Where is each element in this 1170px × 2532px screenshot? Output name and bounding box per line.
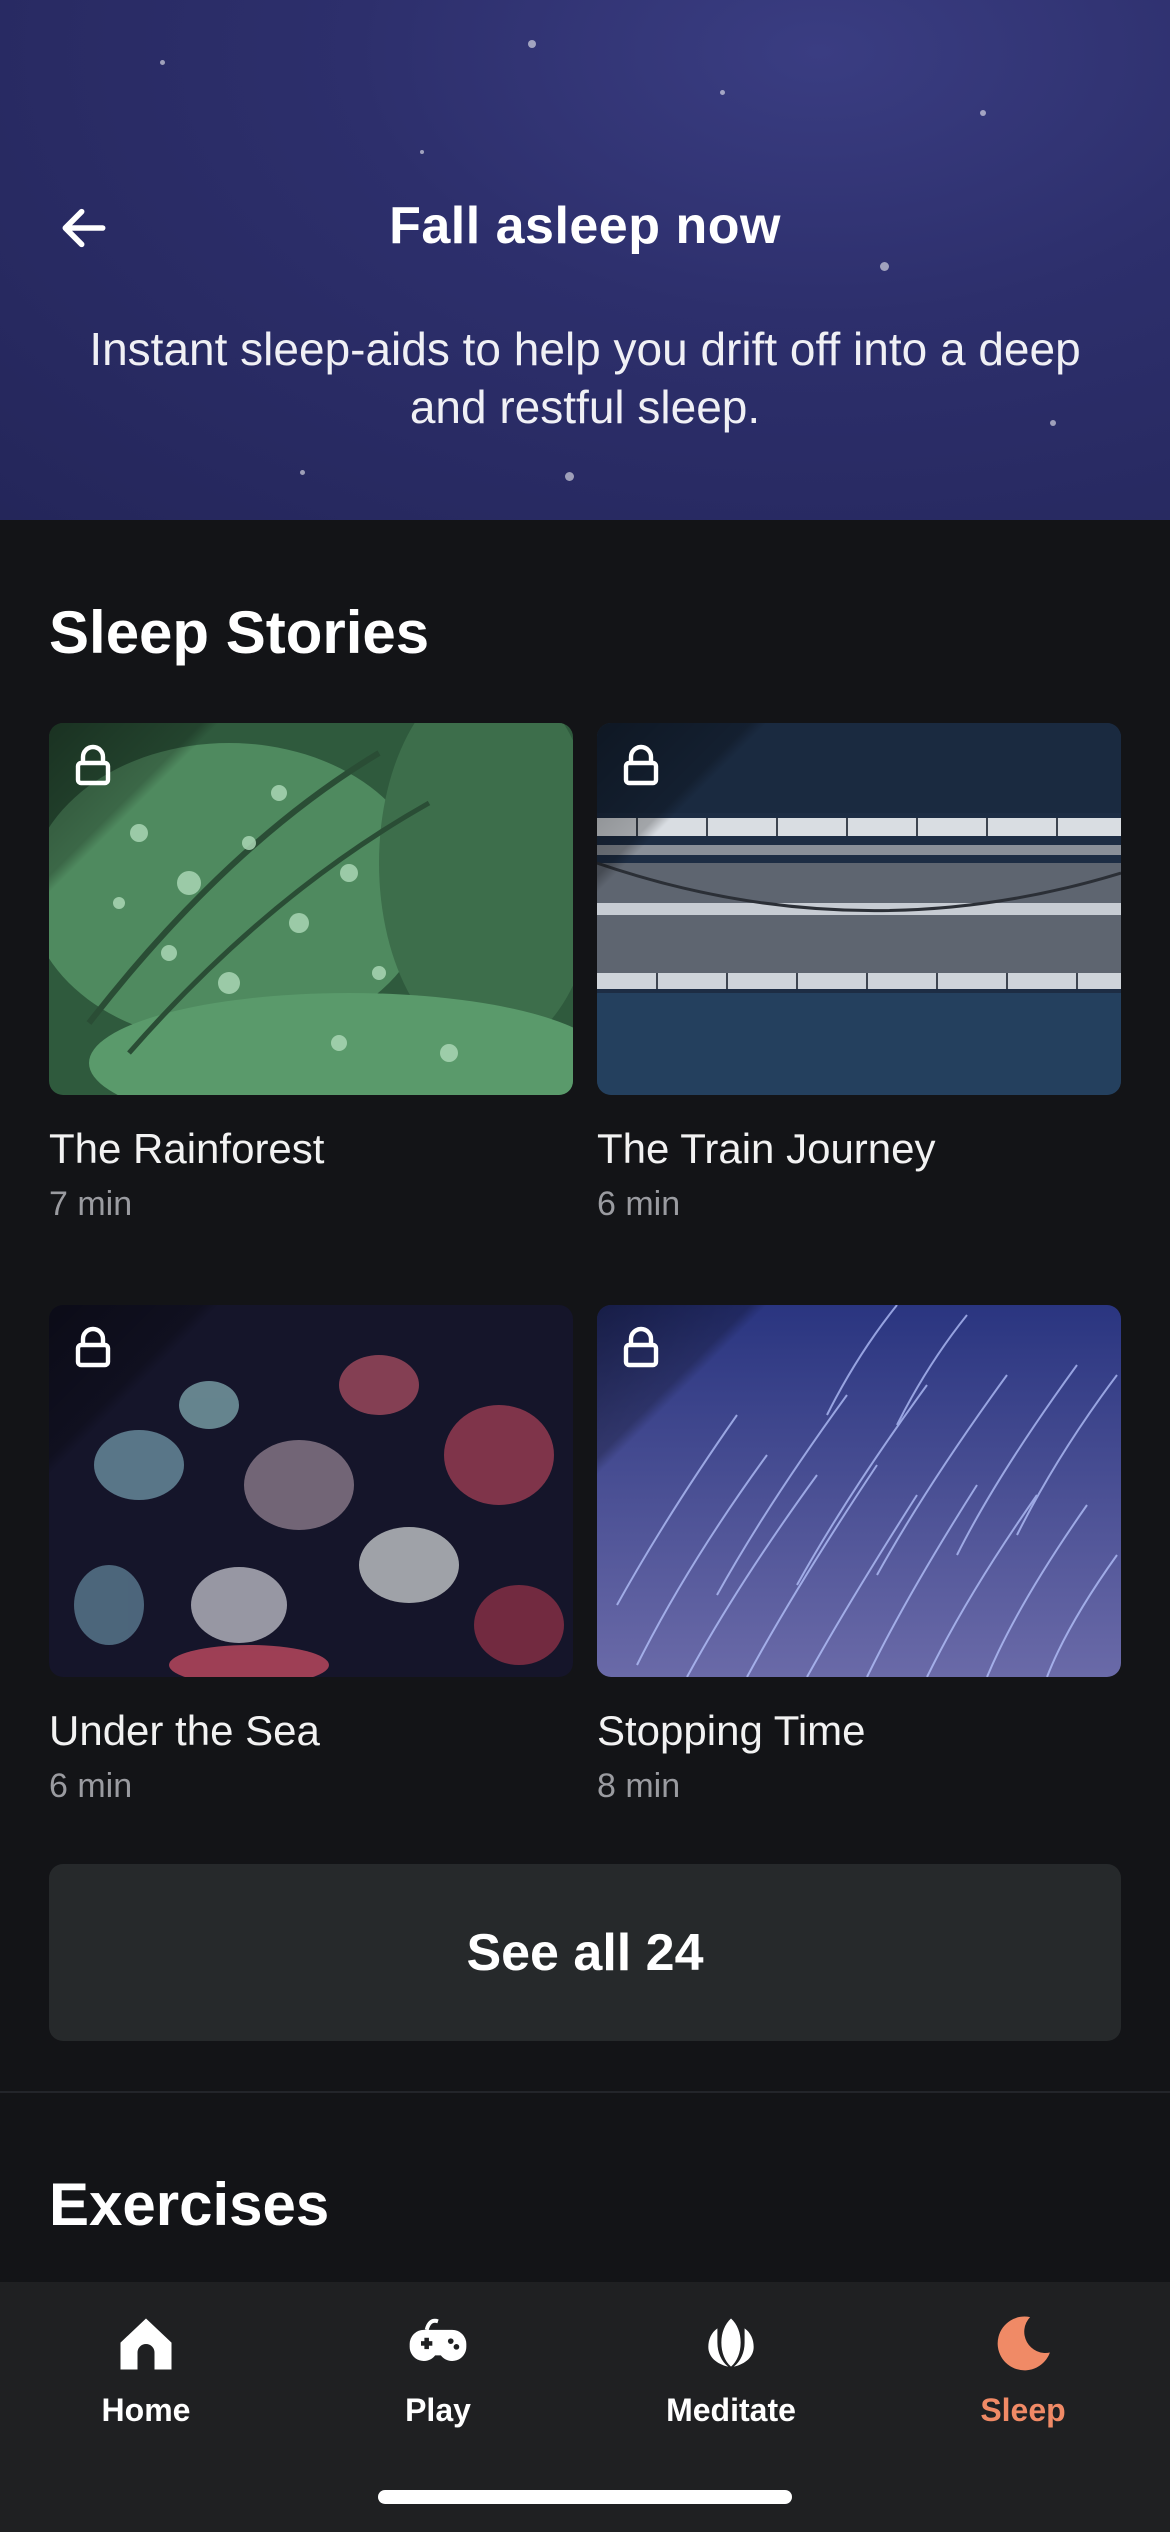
gamepad-icon — [409, 2318, 467, 2361]
tab-label: Home — [101, 2392, 191, 2428]
story-duration: 6 min — [597, 1185, 681, 1223]
tab-label: Play — [405, 2392, 471, 2428]
story-thumbnail — [49, 1305, 573, 1677]
tab-home[interactable]: Home — [0, 2282, 292, 2462]
tab-play[interactable]: Play — [292, 2282, 584, 2462]
page-subtitle: Instant sleep-aids to help you drift off… — [89, 323, 1081, 433]
story-thumbnail — [597, 1305, 1121, 1677]
story-thumbnail — [49, 723, 573, 1095]
story-title: Under the Sea — [49, 1707, 320, 1754]
lock-icon — [75, 744, 111, 786]
house-icon — [120, 2318, 172, 2370]
tab-label: Meditate — [666, 2392, 796, 2428]
story-duration: 8 min — [597, 1767, 681, 1805]
section-title-sleep-stories: Sleep Stories — [49, 599, 430, 666]
lock-icon — [623, 744, 659, 786]
home-indicator[interactable] — [378, 2490, 792, 2504]
tab-label: Sleep — [980, 2392, 1066, 2428]
section-divider — [0, 2091, 1170, 2093]
moon-icon — [997, 2316, 1050, 2371]
story-duration: 6 min — [49, 1767, 133, 1805]
lock-icon — [75, 1326, 111, 1368]
story-card-stopping-time[interactable]: Stopping Time 8 min — [597, 1305, 1121, 1806]
story-card-under-the-sea[interactable]: Under the Sea 6 min — [49, 1305, 573, 1806]
story-card-rainforest[interactable]: The Rainforest 7 min — [49, 723, 573, 1224]
tab-sleep[interactable]: Sleep — [877, 2282, 1169, 2462]
page-title: Fall asleep now — [389, 197, 781, 255]
story-thumbnail — [597, 723, 1121, 1095]
lock-icon — [623, 1326, 659, 1368]
section-title-exercises: Exercises — [49, 2171, 330, 2238]
lotus-icon — [708, 2318, 754, 2367]
story-title: The Rainforest — [49, 1125, 325, 1172]
sleep-screen: Fall asleep now Instant sleep-aids to he… — [0, 0, 1170, 2532]
story-title: The Train Journey — [597, 1125, 936, 1172]
header-banner: Fall asleep now Instant sleep-aids to he… — [0, 0, 1170, 520]
story-title: Stopping Time — [597, 1707, 866, 1754]
story-duration: 7 min — [49, 1185, 133, 1223]
story-card-train-journey[interactable]: The Train Journey 6 min — [597, 723, 1121, 1224]
see-all-button[interactable]: See all 24 — [49, 1864, 1121, 2041]
tab-meditate[interactable]: Meditate — [585, 2282, 877, 2462]
